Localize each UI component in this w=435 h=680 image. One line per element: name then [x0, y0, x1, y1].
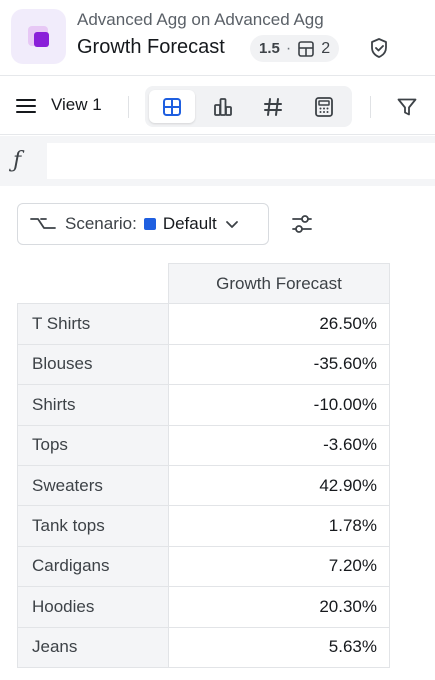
row-header[interactable]: Sweaters — [17, 464, 169, 507]
menu-icon[interactable] — [16, 97, 36, 115]
table-row: T Shirts 26.50% — [17, 303, 390, 345]
table-icon — [298, 40, 314, 57]
chart-view-button[interactable] — [200, 90, 246, 123]
chevron-down-icon — [225, 221, 238, 228]
row-header[interactable]: Hoodies — [17, 586, 169, 628]
column-header[interactable]: Growth Forecast — [168, 262, 390, 305]
version-separator: · — [285, 39, 292, 57]
table-row: Cardigans 7.20% — [17, 545, 390, 588]
grid-icon — [163, 97, 181, 116]
model-subtitle: Advanced Agg on Advanced Agg — [77, 10, 324, 29]
formula-input[interactable] — [47, 143, 435, 179]
grid-view-button[interactable] — [149, 90, 195, 123]
row-header[interactable]: Blouses — [17, 343, 169, 386]
row-header[interactable]: Jeans — [17, 626, 169, 668]
scenario-value: Default — [162, 214, 217, 233]
version-number: 1.5 — [259, 40, 280, 57]
table-row: Jeans 5.63% — [17, 626, 390, 668]
divider — [128, 96, 129, 118]
scenario-branch-icon — [30, 218, 56, 229]
sliders-icon[interactable] — [290, 212, 314, 236]
calculator-view-button[interactable] — [301, 90, 347, 123]
table-cell[interactable]: -3.60% — [168, 424, 390, 466]
table-row: Hoodies 20.30% — [17, 586, 390, 628]
table-row: Sweaters 42.90% — [17, 464, 390, 507]
table-cell[interactable]: 1.78% — [168, 505, 390, 547]
row-header[interactable]: Tank tops — [17, 505, 169, 547]
table-row: Tops -3.60% — [17, 424, 390, 466]
table-row: Blouses -35.60% — [17, 343, 390, 386]
table-row: Shirts -10.00% — [17, 384, 390, 426]
toolbar: View 1 — [0, 77, 435, 135]
row-header[interactable]: T Shirts — [17, 303, 169, 345]
header: Advanced Agg on Advanced Agg Growth Fore… — [0, 0, 435, 76]
tables-count: 2 — [321, 39, 331, 57]
row-header[interactable]: Tops — [17, 424, 169, 466]
table-cell[interactable]: 20.30% — [168, 586, 390, 628]
divider — [370, 96, 371, 118]
function-icon: ƒ — [13, 148, 22, 173]
table-row: Tank tops 1.78% — [17, 505, 390, 547]
row-header[interactable]: Shirts — [17, 384, 169, 426]
formula-bar: ƒ — [0, 136, 435, 186]
table-cell[interactable]: 42.90% — [168, 464, 390, 507]
filter-icon[interactable] — [396, 96, 418, 118]
view-mode-switch — [145, 86, 352, 127]
table-corner — [17, 263, 169, 305]
view-selector[interactable]: View 1 — [51, 95, 102, 115]
table-cell[interactable]: -10.00% — [168, 384, 390, 426]
scenario-label: Scenario: — [65, 214, 137, 233]
table-cell[interactable]: -35.60% — [168, 343, 390, 386]
number-view-button[interactable] — [250, 90, 296, 123]
chart-icon — [214, 97, 232, 116]
scenario-color-swatch — [143, 218, 156, 230]
scenario-selector[interactable]: Scenario: Default — [17, 203, 269, 245]
page-title[interactable]: Growth Forecast — [77, 36, 225, 59]
shield-check-icon[interactable] — [368, 37, 390, 59]
table-cell[interactable]: 7.20% — [168, 545, 390, 588]
row-header[interactable]: Cardigans — [17, 545, 169, 588]
version-badge[interactable]: 1.5 · 2 — [250, 35, 340, 62]
table-cell[interactable]: 26.50% — [168, 303, 390, 345]
number-icon — [264, 97, 282, 116]
app-logo-icon — [11, 9, 66, 64]
calculator-icon — [315, 96, 333, 117]
table-cell[interactable]: 5.63% — [168, 626, 390, 668]
data-table: Growth Forecast T Shirts 26.50% Blouses … — [17, 262, 390, 668]
